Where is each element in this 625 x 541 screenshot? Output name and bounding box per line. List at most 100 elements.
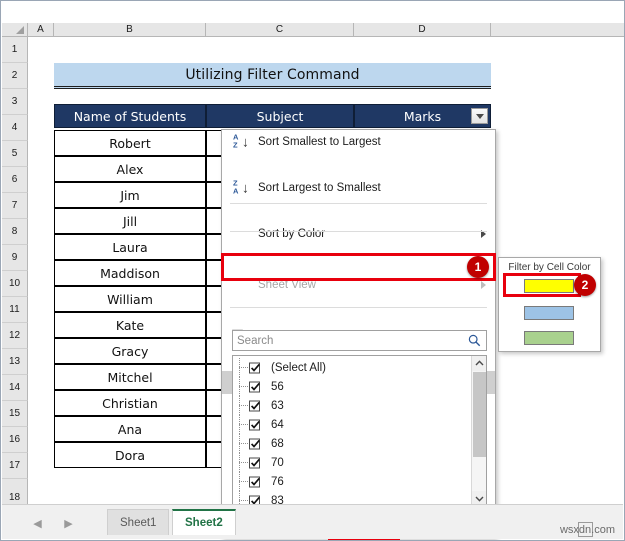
row-header-12-label: 12 (8, 330, 21, 341)
row-header-9[interactable]: 9 (2, 245, 28, 271)
table-header-name[interactable]: Name of Students (54, 104, 206, 128)
menu-item-sheet-view-label: Sheet View (258, 278, 316, 291)
row-header-18-label: 18 (8, 492, 21, 503)
row-header-14[interactable]: 14 (2, 375, 28, 401)
filter-dropdown-button-marks[interactable] (471, 108, 488, 124)
cell-name-9[interactable]: Gracy (54, 338, 206, 364)
sheet-tab-sheet1[interactable]: Sheet1 (107, 509, 170, 535)
row-header-7[interactable]: 7 (2, 193, 28, 219)
row-header-13[interactable]: 13 (2, 349, 28, 375)
row-header-15-label: 15 (8, 408, 21, 419)
column-header-d[interactable]: D (354, 23, 491, 37)
sheet-nav-next-icon[interactable]: ▶ (64, 517, 72, 530)
list-item-label: 70 (271, 456, 284, 469)
cell-name-8[interactable]: Kate (54, 312, 206, 338)
list-item-label: (Select All) (271, 361, 326, 374)
filter-value-list[interactable]: (Select All) 56 63 64 68 70 76 83 (232, 355, 487, 507)
list-item[interactable]: (Select All) (233, 358, 470, 377)
color-swatch-yellow[interactable] (524, 279, 574, 293)
menu-item-sort-largest-to-smallest[interactable]: Z A ↓ Sort Largest to Smallest (222, 176, 495, 199)
row-header-7-label: 7 (11, 200, 18, 211)
list-item-label: 76 (271, 475, 284, 488)
scroll-up-button[interactable] (472, 356, 486, 371)
column-header-a-label: A (37, 24, 44, 35)
cell-name-10[interactable]: Mitchel (54, 364, 206, 390)
worksheet-title-cell[interactable]: Utilizing Filter Command (54, 63, 491, 89)
row-header-6[interactable]: 6 (2, 167, 28, 193)
cell-name-12-text: Ana (117, 421, 143, 437)
table-header-name-label: Name of Students (73, 108, 187, 124)
cell-name-5-text: Laura (112, 239, 148, 255)
sheet-tab-sheet2[interactable]: Sheet2 (172, 509, 236, 535)
row-header-12[interactable]: 12 (2, 323, 28, 349)
cell-name-5[interactable]: Laura (54, 234, 206, 260)
cell-name-3[interactable]: Jim (54, 182, 206, 208)
checkbox-checked-icon[interactable] (249, 362, 260, 373)
row-header-3[interactable]: 3 (2, 89, 28, 115)
row-header-10[interactable]: 10 (2, 271, 28, 297)
callout-badge-1-label: 1 (474, 260, 482, 274)
filter-search-box[interactable] (232, 330, 487, 351)
list-item[interactable]: 68 (233, 434, 470, 453)
cell-name-6[interactable]: Maddison (54, 260, 206, 286)
menu-item-sort-smallest-to-largest[interactable]: A Z ↓ Sort Smallest to Largest (222, 130, 495, 153)
list-item[interactable]: 64 (233, 415, 470, 434)
list-item-label: 64 (271, 418, 284, 431)
row-header-16[interactable]: 16 (2, 427, 28, 453)
list-item[interactable]: 70 (233, 453, 470, 472)
row-header-1[interactable]: 1 (2, 37, 28, 63)
column-header-b[interactable]: B (54, 23, 206, 37)
cell-name-7[interactable]: William (54, 286, 206, 312)
checkbox-checked-icon[interactable] (249, 381, 260, 392)
filter-list-scrollbar[interactable] (471, 356, 486, 506)
scrollbar-thumb[interactable] (473, 372, 486, 457)
row-header-13-label: 13 (8, 356, 21, 367)
column-header-c-label: C (275, 24, 284, 35)
submenu-title: Filter by Cell Color (508, 262, 591, 273)
cell-name-12[interactable]: Ana (54, 416, 206, 442)
row-header-8-label: 8 (11, 226, 18, 237)
cell-name-10-text: Mitchel (107, 369, 153, 385)
row-header-17[interactable]: 17 (2, 453, 28, 479)
table-header-subject[interactable]: Subject (206, 104, 354, 128)
row-header-5[interactable]: 5 (2, 141, 28, 167)
callout-badge-1: 1 (467, 256, 489, 278)
sheet-nav-prev-icon[interactable]: ◀ (33, 517, 41, 530)
row-header-9-label: 9 (11, 252, 18, 263)
cell-name-11[interactable]: Christian (54, 390, 206, 416)
row-header-15[interactable]: 15 (2, 401, 28, 427)
list-item[interactable]: 76 (233, 472, 470, 491)
menu-item-sort-by-color[interactable]: Sort by Color (222, 222, 495, 245)
sheet-nav-arrows[interactable]: ◀ ▶ (22, 514, 84, 532)
row-header-3-label: 3 (11, 96, 18, 107)
list-item[interactable]: 63 (233, 396, 470, 415)
checkbox-checked-icon[interactable] (249, 419, 260, 430)
color-swatch-blue[interactable] (524, 306, 574, 320)
checkbox-checked-icon[interactable] (249, 476, 260, 487)
column-header-c[interactable]: C (206, 23, 354, 37)
row-header-8[interactable]: 8 (2, 219, 28, 245)
cell-name-2[interactable]: Alex (54, 156, 206, 182)
filter-by-cell-color-submenu: Filter by Cell Color (498, 257, 601, 352)
checkbox-checked-icon[interactable] (249, 400, 260, 411)
row-header-11[interactable]: 11 (2, 297, 28, 323)
cell-name-13[interactable]: Dora (54, 442, 206, 468)
search-input[interactable] (233, 334, 465, 347)
select-all-corner[interactable] (2, 23, 28, 37)
list-item[interactable]: 56 (233, 377, 470, 396)
cell-name-2-text: Alex (116, 161, 144, 177)
row-header-4[interactable]: 4 (2, 115, 28, 141)
column-header-d-label: D (418, 24, 426, 35)
column-header-e[interactable] (491, 23, 624, 37)
row-header-1-label: 1 (11, 44, 18, 55)
sheet-tab-sheet2-label: Sheet2 (185, 517, 223, 529)
cell-name-1[interactable]: Robert (54, 130, 206, 156)
list-item-label: 63 (271, 399, 284, 412)
checkbox-checked-icon[interactable] (249, 438, 260, 449)
color-swatch-green[interactable] (524, 331, 574, 345)
column-header-a[interactable]: A (28, 23, 54, 37)
row-header-2-label: 2 (11, 70, 18, 81)
checkbox-checked-icon[interactable] (249, 457, 260, 468)
row-header-2[interactable]: 2 (2, 63, 28, 89)
cell-name-4[interactable]: Jill (54, 208, 206, 234)
